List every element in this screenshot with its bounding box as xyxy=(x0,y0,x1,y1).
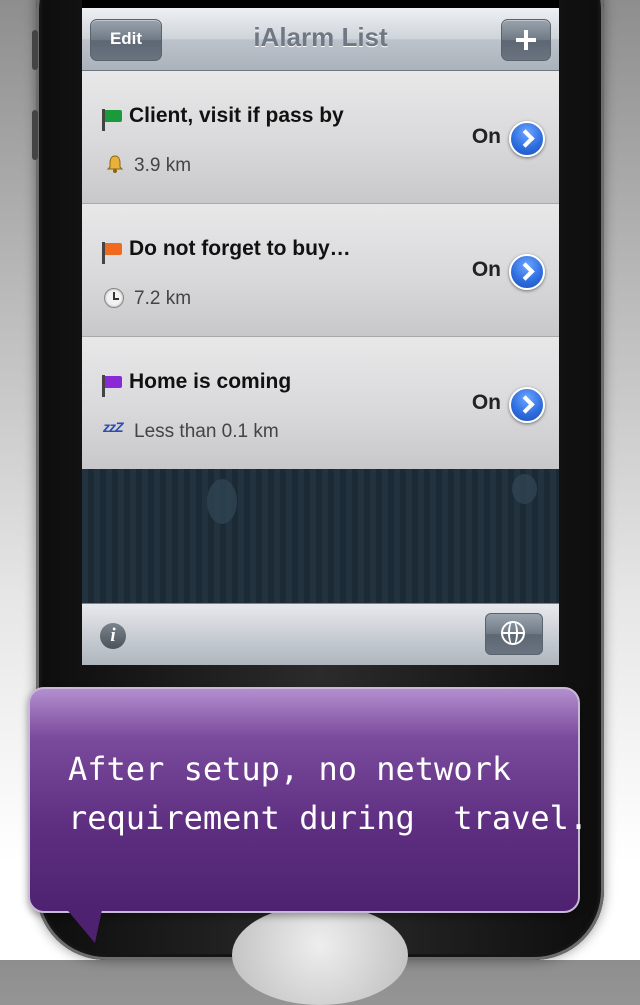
caption-bubble: After setup, no network requirement duri… xyxy=(28,687,589,913)
chevron-right-icon[interactable] xyxy=(509,254,545,290)
purple-flag-icon xyxy=(102,375,124,397)
alarm-title: Home is coming xyxy=(129,370,292,393)
alarm-title: Client, visit if pass by xyxy=(129,104,344,127)
plus-icon[interactable] xyxy=(501,19,551,61)
bell-icon xyxy=(106,155,124,173)
bottom-toolbar: i xyxy=(82,603,559,665)
app-screen: Edit iAlarm List Client, visit if pass b… xyxy=(82,0,559,665)
page-title: iAlarm List xyxy=(253,22,388,52)
alarm-distance: Less than 0.1 km xyxy=(134,421,279,442)
alarm-title: Do not forget to buy… xyxy=(129,237,351,260)
globe-icon xyxy=(501,621,525,645)
list-item[interactable]: Home is coming zzZ Less than 0.1 km On xyxy=(82,337,559,470)
chevron-right-icon[interactable] xyxy=(509,121,545,157)
alarm-distance: 3.9 km xyxy=(134,155,192,176)
green-flag-icon xyxy=(102,109,124,131)
navigation-bar: Edit iAlarm List xyxy=(82,8,559,71)
alarm-status: On xyxy=(471,391,501,414)
list-item[interactable]: Do not forget to buy… 7.2 km On xyxy=(82,204,559,337)
clock-icon xyxy=(104,288,124,308)
ringer-switch xyxy=(32,30,38,70)
alarm-status: On xyxy=(471,125,501,148)
list-item[interactable]: Client, visit if pass by 3.9 km On xyxy=(82,71,559,204)
map-background xyxy=(82,469,559,603)
home-button xyxy=(232,905,408,1005)
zzz-icon: zzZ xyxy=(103,419,124,435)
info-icon[interactable]: i xyxy=(100,623,126,649)
chevron-right-icon[interactable] xyxy=(509,387,545,423)
volume-up-button xyxy=(32,110,38,160)
status-bar xyxy=(82,0,559,8)
alarm-status: On xyxy=(471,258,501,281)
globe-button[interactable] xyxy=(485,613,543,655)
orange-flag-icon xyxy=(102,242,124,264)
alarm-distance: 7.2 km xyxy=(134,288,192,309)
caption-text: After setup, no network requirement duri… xyxy=(68,750,589,837)
alarm-list: Client, visit if pass by 3.9 km On Do no… xyxy=(82,71,559,470)
